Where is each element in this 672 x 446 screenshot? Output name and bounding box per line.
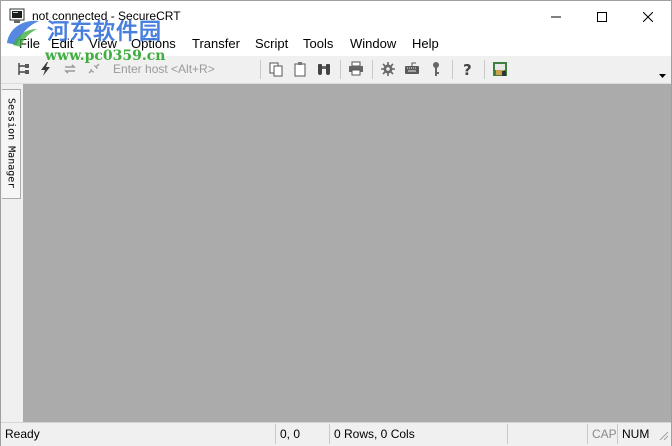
connect-tree-icon[interactable]	[14, 60, 32, 78]
watermark-text: 河东软件园	[47, 20, 163, 45]
help-icon[interactable]: ?	[459, 60, 477, 78]
svg-text:?: ?	[463, 61, 472, 77]
status-terminal-size: 0 Rows, 0 Cols	[329, 424, 507, 444]
session-manager-label: Session Manager	[5, 98, 17, 189]
menu-transfer[interactable]: Transfer	[192, 36, 240, 51]
sftp-icon[interactable]	[491, 60, 509, 78]
toolbar-separator	[340, 60, 341, 79]
menu-tools[interactable]: Tools	[303, 36, 333, 51]
keymap-icon[interactable]	[403, 60, 421, 78]
session-manager-tab[interactable]: Session Manager	[2, 89, 21, 199]
status-bar: Ready 0, 0 0 Rows, 0 Cols CAP NUM	[1, 422, 671, 446]
resize-grip-icon[interactable]	[657, 429, 669, 441]
terminal-workspace[interactable]	[23, 84, 671, 422]
watermark-url: www.pc0359.cn	[45, 48, 166, 64]
securecrt-window: not connected - SecureCRT File Edit View…	[0, 0, 672, 446]
toolbar-separator	[260, 60, 261, 79]
status-caps-lock: CAP	[587, 424, 617, 444]
menu-help[interactable]: Help	[412, 36, 439, 51]
status-cursor-position: 0, 0	[275, 424, 329, 444]
print-icon[interactable]	[347, 60, 365, 78]
menu-window[interactable]: Window	[350, 36, 396, 51]
settings-icon[interactable]	[379, 60, 397, 78]
menu-script[interactable]: Script	[255, 36, 288, 51]
close-button[interactable]	[625, 1, 671, 32]
key-icon[interactable]	[427, 60, 445, 78]
find-icon[interactable]	[315, 60, 333, 78]
toolbar-overflow-chevron-icon[interactable]	[659, 67, 666, 82]
minimize-button[interactable]	[533, 1, 579, 32]
status-empty-pane	[507, 424, 587, 444]
toolbar-separator	[372, 60, 373, 79]
watermark-logo-icon	[3, 15, 43, 49]
paste-icon[interactable]	[291, 60, 309, 78]
maximize-button[interactable]	[579, 1, 625, 32]
status-ready: Ready	[5, 427, 40, 441]
toolbar-separator	[452, 60, 453, 79]
toolbar-separator	[484, 60, 485, 79]
status-num-lock: NUM	[617, 424, 657, 444]
copy-icon[interactable]	[267, 60, 285, 78]
